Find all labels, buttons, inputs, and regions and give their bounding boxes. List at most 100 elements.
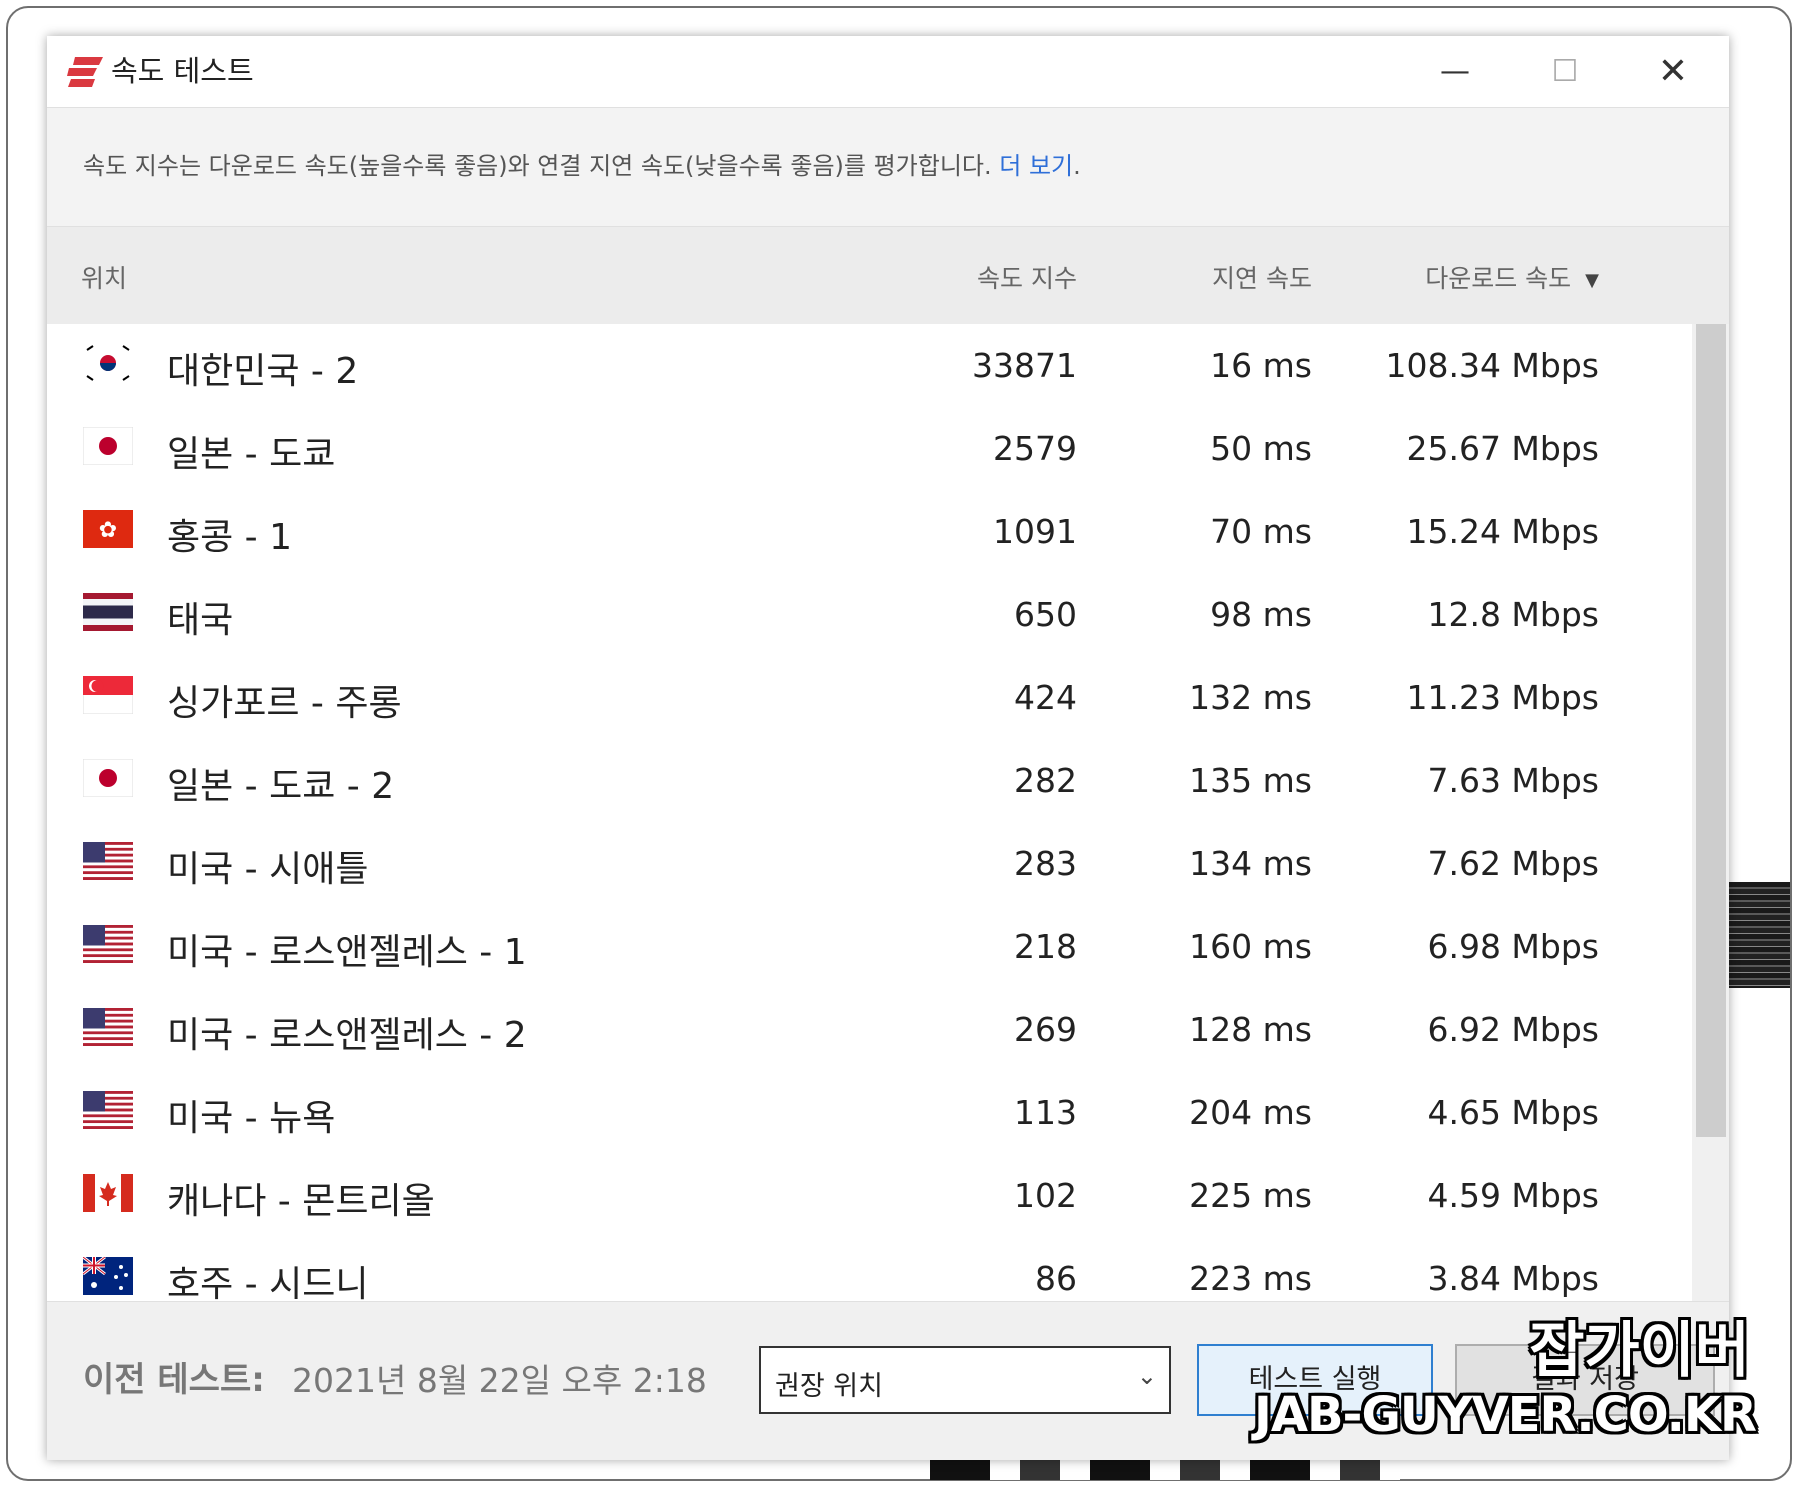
- column-header-latency[interactable]: 지연 속도: [1127, 259, 1312, 295]
- flag-jp-icon: [82, 426, 134, 466]
- background-artifact: [1728, 882, 1790, 988]
- row-latency: 160 ms: [1189, 927, 1312, 966]
- flag-us-icon: [83, 925, 133, 963]
- watermark-url: JAB-GUYVER.CO.KR: [1253, 1387, 1757, 1443]
- row-location: 대한민국 - 2: [167, 351, 359, 392]
- description-text: 속도 지수는 다운로드 속도(높을수록 좋음)와 연결 지연 속도(낮을수록 좋…: [83, 146, 1081, 181]
- row-location: 미국 - 시애틀: [167, 849, 369, 890]
- row-speed-score: 424: [1014, 678, 1077, 717]
- column-header-score[interactable]: 속도 지수: [897, 259, 1077, 295]
- row-latency: 98 ms: [1210, 595, 1312, 634]
- location-filter-value: 권장 위치: [775, 1371, 883, 1402]
- chevron-down-icon: ⌄: [1136, 1362, 1157, 1390]
- close-button[interactable]: ✕: [1651, 52, 1695, 92]
- learn-more-link[interactable]: 더 보기: [999, 152, 1073, 180]
- row-location: 일본 - 도쿄 - 2: [167, 766, 395, 807]
- row-latency: 16 ms: [1210, 346, 1312, 385]
- minimize-button[interactable]: —: [1433, 52, 1477, 92]
- row-download-speed: 7.62 Mbps: [1427, 844, 1599, 883]
- table-row[interactable]: 미국 - 시애틀 283 134 ms 7.62 Mbps: [47, 822, 1692, 905]
- row-download-speed: 12.8 Mbps: [1427, 595, 1599, 634]
- flag-kr-icon: [83, 344, 133, 382]
- row-speed-score: 33871: [972, 346, 1077, 385]
- row-speed-score: 282: [1014, 761, 1077, 800]
- flag-au-icon: [82, 1255, 133, 1295]
- row-download-speed: 6.98 Mbps: [1427, 927, 1599, 966]
- row-speed-score: 113: [1014, 1093, 1077, 1132]
- row-speed-score: 1091: [993, 512, 1077, 551]
- row-location: 태국: [167, 600, 234, 641]
- table-header: 위치 속도 지수 지연 속도 다운로드 속도 ▼: [47, 227, 1729, 324]
- table-row[interactable]: ✿ 홍콩 - 1 1091 70 ms 15.24 Mbps: [47, 490, 1692, 573]
- location-filter-select[interactable]: 권장 위치 ⌄: [759, 1346, 1171, 1414]
- row-location: 미국 - 로스앤젤레스 - 1: [167, 932, 527, 973]
- table-row[interactable]: 일본 - 도쿄 - 2 282 135 ms 7.63 Mbps: [47, 739, 1692, 822]
- row-download-speed: 25.67 Mbps: [1406, 429, 1599, 468]
- row-location: 캐나다 - 몬트리올: [167, 1181, 435, 1222]
- row-latency: 225 ms: [1189, 1176, 1312, 1215]
- server-list: 대한민국 - 2 33871 16 ms 108.34 Mbps 일본 - 도쿄…: [47, 324, 1692, 1301]
- table-row[interactable]: 미국 - 뉴욕 113 204 ms 4.65 Mbps: [47, 1071, 1692, 1154]
- row-latency: 135 ms: [1189, 761, 1312, 800]
- table-row[interactable]: 대한민국 - 2 33871 16 ms 108.34 Mbps: [47, 324, 1692, 407]
- column-header-download[interactable]: 다운로드 속도 ▼: [1347, 259, 1599, 295]
- watermark-brand: 잡가이버: [1529, 1316, 1750, 1386]
- flag-us-icon: [83, 1008, 133, 1046]
- row-speed-score: 283: [1014, 844, 1077, 883]
- row-download-speed: 15.24 Mbps: [1406, 512, 1599, 551]
- scrollbar-thumb[interactable]: [1696, 324, 1726, 1137]
- vertical-scrollbar[interactable]: [1692, 324, 1729, 1301]
- row-latency: 223 ms: [1189, 1259, 1312, 1298]
- row-speed-score: 269: [1014, 1010, 1077, 1049]
- flag-sg-icon: [82, 675, 134, 715]
- row-download-speed: 11.23 Mbps: [1406, 678, 1599, 717]
- table-row[interactable]: 캐나다 - 몬트리올 102 225 ms 4.59 Mbps: [47, 1154, 1692, 1237]
- row-location: 미국 - 로스앤젤레스 - 2: [167, 1015, 527, 1056]
- row-download-speed: 6.92 Mbps: [1427, 1010, 1599, 1049]
- table-row[interactable]: 호주 - 시드니 86 223 ms 3.84 Mbps: [47, 1237, 1692, 1301]
- row-download-speed: 4.59 Mbps: [1427, 1176, 1599, 1215]
- background-artifact: [930, 1458, 1400, 1480]
- flag-ca-icon: [83, 1174, 133, 1212]
- description-tail: .: [1073, 152, 1081, 180]
- row-download-speed: 3.84 Mbps: [1427, 1259, 1599, 1298]
- row-speed-score: 218: [1014, 927, 1077, 966]
- sort-descending-icon: ▼: [1585, 269, 1599, 291]
- description-bar: 속도 지수는 다운로드 속도(높을수록 좋음)와 연결 지연 속도(낮을수록 좋…: [47, 107, 1729, 227]
- row-speed-score: 650: [1014, 595, 1077, 634]
- row-speed-score: 86: [1035, 1259, 1077, 1298]
- row-latency: 132 ms: [1189, 678, 1312, 717]
- expressvpn-logo-icon: [67, 57, 103, 87]
- row-location: 싱가포르 - 주롱: [167, 683, 402, 724]
- flag-jp-icon: [82, 758, 134, 798]
- row-location: 홍콩 - 1: [167, 517, 293, 558]
- row-location: 호주 - 시드니: [167, 1264, 369, 1301]
- description-body: 속도 지수는 다운로드 속도(높을수록 좋음)와 연결 지연 속도(낮을수록 좋…: [83, 152, 992, 180]
- flag-us-icon: [83, 1091, 133, 1129]
- column-header-location[interactable]: 위치: [81, 259, 127, 295]
- row-location: 일본 - 도쿄: [167, 434, 336, 475]
- table-row[interactable]: 일본 - 도쿄 2579 50 ms 25.67 Mbps: [47, 407, 1692, 490]
- previous-test-label: 이전 테스트:: [83, 1360, 265, 1400]
- previous-test-date: 2021년 8월 22일 오후 2:18: [292, 1361, 707, 1400]
- maximize-button[interactable]: ☐: [1543, 52, 1587, 92]
- watermark: 잡가이버 JAB-GUYVER.CO.KR: [1230, 1318, 1790, 1458]
- table-row[interactable]: 미국 - 로스앤젤레스 - 2 269 128 ms 6.92 Mbps: [47, 988, 1692, 1071]
- table-row[interactable]: 싱가포르 - 주롱 424 132 ms 11.23 Mbps: [47, 656, 1692, 739]
- row-download-speed: 4.65 Mbps: [1427, 1093, 1599, 1132]
- row-latency: 134 ms: [1189, 844, 1312, 883]
- row-speed-score: 2579: [993, 429, 1077, 468]
- flag-us-icon: [83, 842, 133, 880]
- table-row[interactable]: 미국 - 로스앤젤레스 - 1 218 160 ms 6.98 Mbps: [47, 905, 1692, 988]
- svg-text:✿: ✿: [99, 518, 117, 543]
- row-location: 미국 - 뉴욕: [167, 1098, 336, 1139]
- row-latency: 204 ms: [1189, 1093, 1312, 1132]
- speed-test-window: 속도 테스트 — ☐ ✕ 속도 지수는 다운로드 속도(높을수록 좋음)와 연결…: [47, 36, 1729, 1460]
- flag-hk-icon: ✿: [83, 510, 133, 548]
- window-title: 속도 테스트: [111, 54, 254, 88]
- table-row[interactable]: 태국 650 98 ms 12.8 Mbps: [47, 573, 1692, 656]
- row-download-speed: 7.63 Mbps: [1427, 761, 1599, 800]
- column-header-download-label: 다운로드 속도: [1425, 264, 1572, 293]
- row-latency: 128 ms: [1189, 1010, 1312, 1049]
- row-download-speed: 108.34 Mbps: [1385, 346, 1599, 385]
